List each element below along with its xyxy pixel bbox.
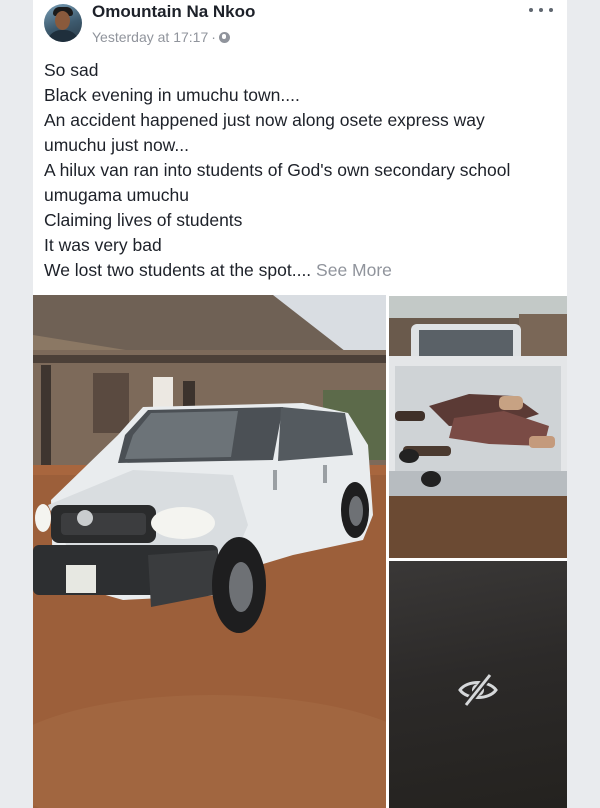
post-header: Omountain Na Nkoo Yesterday at 17:17 ·	[33, 0, 567, 52]
more-dot	[529, 8, 533, 12]
eye-slash-icon[interactable]	[457, 672, 499, 708]
photo-truck[interactable]	[33, 295, 386, 808]
photo-truck-bed[interactable]	[389, 296, 567, 558]
more-dot	[549, 8, 553, 12]
post-card: Omountain Na Nkoo Yesterday at 17:17 · S…	[33, 0, 567, 808]
post-text-last-line: We lost two students at the spot.... See…	[44, 258, 560, 283]
photo-truck-bed-image	[389, 296, 567, 558]
avatar[interactable]	[44, 4, 82, 42]
more-dot	[539, 8, 543, 12]
post-text-line: It was very bad	[44, 235, 162, 255]
avatar-face	[55, 11, 70, 30]
author-name[interactable]: Omountain Na Nkoo	[92, 1, 255, 23]
more-options-icon[interactable]	[529, 2, 553, 18]
post-text-line: Claiming lives of students	[44, 210, 243, 230]
post-text: So sad Black evening in umuchu town.... …	[44, 58, 560, 283]
post-text-line: We lost two students at the spot....	[44, 260, 317, 280]
post-text-line: So sad	[44, 60, 99, 80]
post-timestamp[interactable]: Yesterday at 17:17	[92, 28, 208, 46]
post-text-line: Black evening in umuchu town....	[44, 85, 300, 105]
meta-separator: ·	[211, 29, 216, 45]
globe-icon[interactable]	[218, 31, 230, 43]
post-text-line: umuchu just now...	[44, 135, 189, 155]
photo-truck-image	[33, 295, 386, 808]
post-text-line: A hilux van ran into students of God's o…	[44, 160, 511, 180]
photo-hidden[interactable]	[389, 561, 567, 808]
post-meta: Yesterday at 17:17 ·	[92, 28, 230, 46]
photo-grid	[33, 295, 567, 808]
see-more-link[interactable]: See More	[316, 260, 392, 280]
post-text-line: An accident happened just now along oset…	[44, 110, 485, 130]
avatar-shirt	[47, 30, 79, 42]
post-text-line: umugama umuchu	[44, 185, 189, 205]
